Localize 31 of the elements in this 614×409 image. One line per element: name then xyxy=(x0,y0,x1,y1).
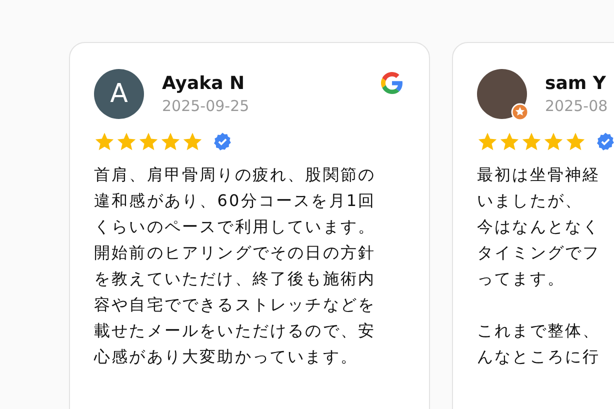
reviewer-name: Ayaka N xyxy=(162,73,246,94)
review-text-line: 違和感があり、60分コースを月1回 xyxy=(94,190,376,212)
star-badge-icon xyxy=(511,103,529,121)
review-text-line: を教えていただけ、終了後も施術内 xyxy=(94,268,376,290)
review-text-line: これまで整体、 xyxy=(477,320,600,342)
avatar: A xyxy=(94,69,144,119)
review-date: 2025-08 xyxy=(545,97,609,115)
star-icon xyxy=(160,131,181,152)
star-icon xyxy=(543,131,564,152)
review-text-line: 開始前のヒアリングでその日の方針 xyxy=(94,242,376,264)
review-text-line: ってます。 xyxy=(477,268,565,290)
star-icon xyxy=(565,131,586,152)
review-text-line: いましたが、 xyxy=(477,190,583,212)
review-text-line: んなところに行 xyxy=(477,346,600,368)
star-icon xyxy=(94,131,115,152)
review-text-line: 首肩、肩甲骨周りの疲れ、股関節の xyxy=(94,164,376,186)
review-text-line: 今はなんとなく xyxy=(477,216,600,238)
star-icon xyxy=(521,131,542,152)
star-icon xyxy=(182,131,203,152)
star-icon xyxy=(138,131,159,152)
review-text-line: くらいのペースで利用しています。 xyxy=(94,216,376,238)
star-icon xyxy=(477,131,498,152)
review-text-line: 載せたメールをいただけるので、安 xyxy=(94,320,376,342)
reviewer-name: sam Y xyxy=(545,73,607,94)
star-icon xyxy=(116,131,137,152)
star-icon xyxy=(499,131,520,152)
review-text-line: 心感があり大変助かっています。 xyxy=(94,346,358,368)
review-text-line: 容や自宅でできるストレッチなどを xyxy=(94,294,376,316)
review-text-line: タイミングでフ xyxy=(477,242,600,264)
review-text-line: 最初は坐骨神経 xyxy=(477,164,600,186)
review-date: 2025-09-25 xyxy=(162,97,250,115)
